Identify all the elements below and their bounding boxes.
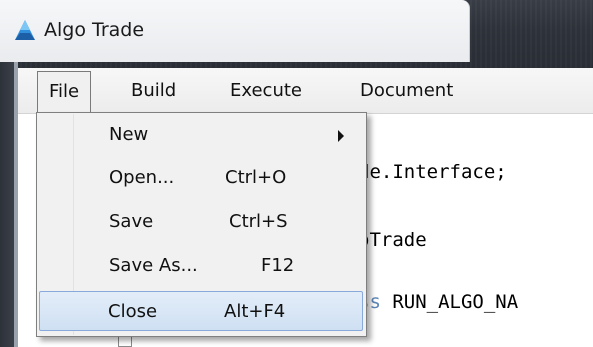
menu-item-save[interactable]: Save Ctrl+S: [39, 203, 364, 241]
code-line: oTrade: [358, 229, 427, 251]
menu-item-open[interactable]: Open... Ctrl+O: [39, 159, 364, 197]
menu-bar: File Build Execute Document: [18, 68, 593, 115]
window-titlebar[interactable]: Algo Trade: [0, 0, 593, 68]
menu-item-label: Save: [109, 211, 154, 232]
menu-execute[interactable]: Execute: [230, 71, 302, 111]
menu-file[interactable]: File: [37, 71, 92, 115]
window-title: Algo Trade: [44, 19, 145, 41]
menu-item-label: Save As...: [109, 255, 198, 276]
file-menu-dropdown: New Open... Ctrl+O Save Ctrl+S Save As..…: [36, 112, 367, 337]
window-frame-left: [0, 62, 14, 347]
menu-item-label: New: [109, 124, 149, 145]
menu-document[interactable]: Document: [360, 71, 453, 111]
menu-item-close[interactable]: Close Alt+F4: [39, 291, 363, 331]
algo-trade-logo-icon: [15, 20, 35, 40]
menu-item-label: Close: [108, 301, 158, 322]
code-line: ss RUN_ALGO_NA: [358, 291, 519, 313]
menu-item-shortcut: Alt+F4: [224, 301, 286, 322]
menu-item-new[interactable]: New: [39, 116, 364, 154]
window-title-tab: Algo Trade: [0, 0, 470, 62]
code-line: de.Interface;: [358, 161, 507, 183]
menu-item-shortcut: Ctrl+O: [225, 167, 287, 188]
chevron-right-icon: [338, 130, 344, 142]
menu-item-shortcut: Ctrl+S: [229, 211, 288, 232]
menu-build[interactable]: Build: [131, 71, 176, 111]
menu-item-shortcut: F12: [261, 255, 295, 276]
menu-item-save-as[interactable]: Save As... F12: [39, 247, 364, 285]
menu-item-label: Open...: [109, 167, 175, 188]
